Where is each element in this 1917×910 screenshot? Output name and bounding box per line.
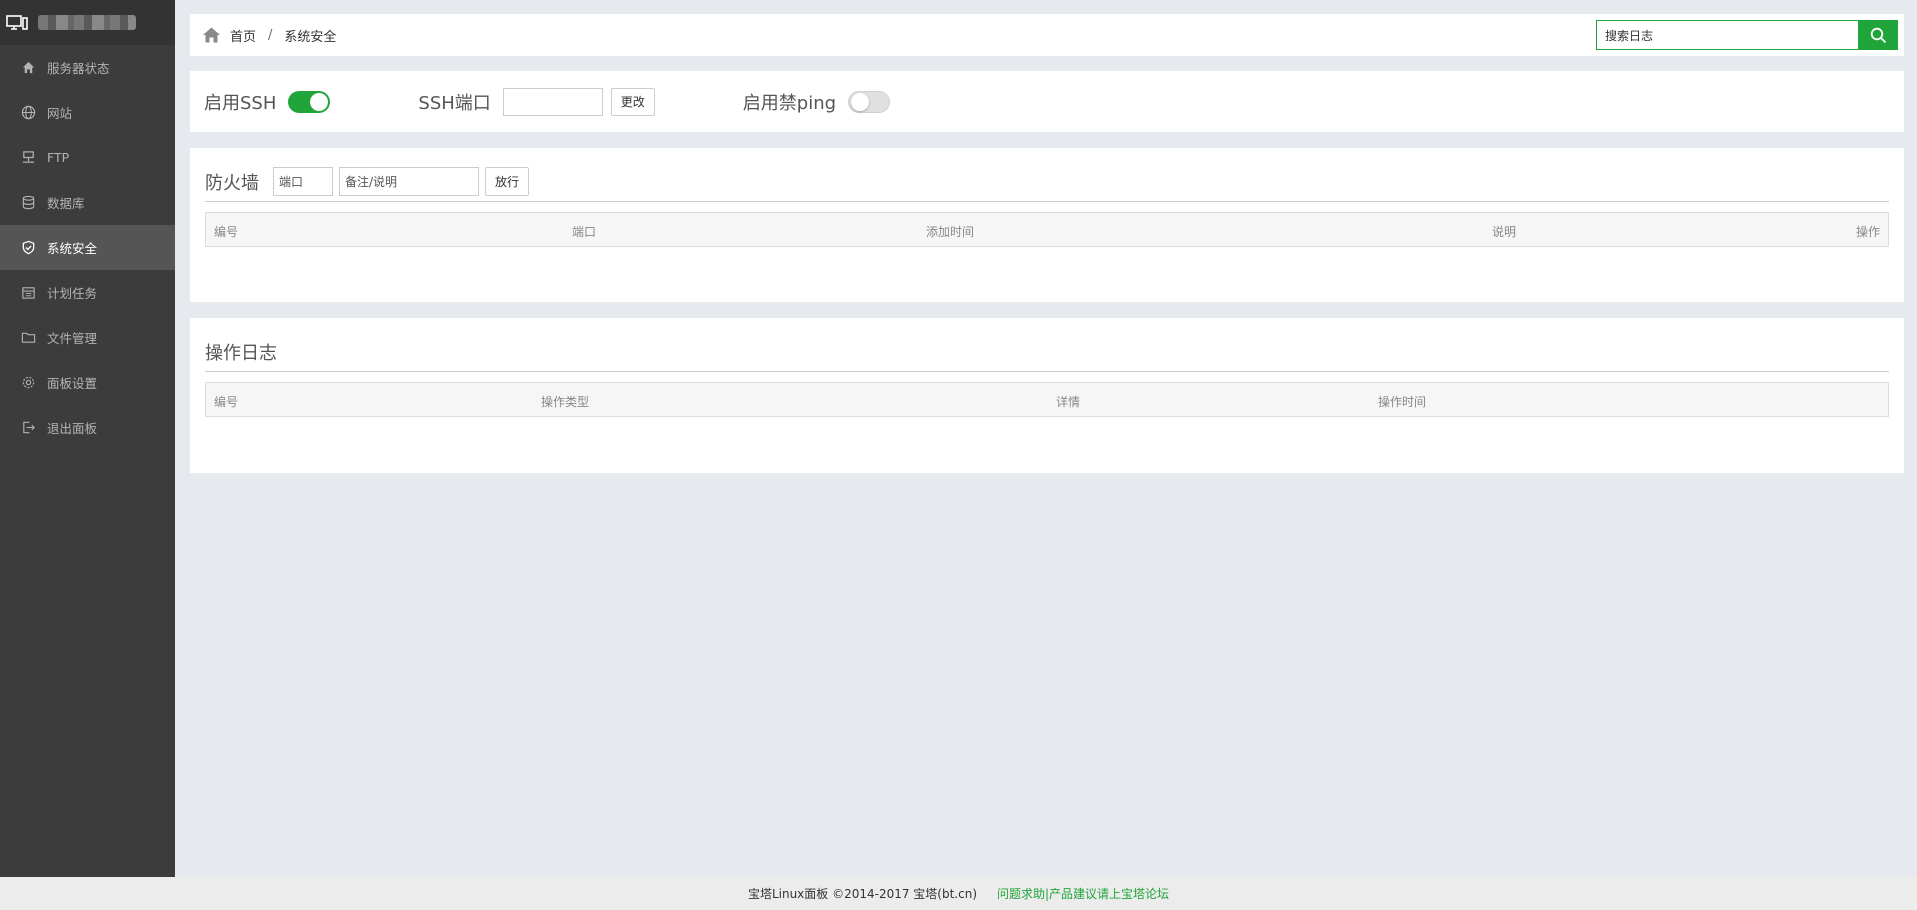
ssh-settings: 启用SSH SSH端口 更改 启用禁ping (190, 71, 1904, 132)
oplog-header: 操作日志 (205, 332, 1889, 372)
oplog-table-header: 编号 操作类型 详情 操作时间 (205, 382, 1889, 417)
sidebar-item-logout[interactable]: 退出面板 (0, 405, 175, 450)
search-input[interactable] (1596, 20, 1858, 50)
sidebar-item-website[interactable]: 网站 (0, 90, 175, 135)
home-icon (20, 60, 36, 76)
ping-disable-label: 启用禁ping (742, 92, 837, 114)
firewall-note-input[interactable] (339, 167, 479, 196)
sidebar-item-cron[interactable]: 计划任务 (0, 270, 175, 315)
globe-icon (20, 105, 36, 121)
ssh-enable-label: 启用SSH (204, 92, 277, 114)
column-detail: 详情 (1056, 395, 1081, 409)
sidebar-item-server-status[interactable]: 服务器状态 (0, 45, 175, 90)
gear-icon (20, 375, 36, 391)
column-action: 操作 (1855, 225, 1880, 239)
sidebar-item-label: 面板设置 (47, 376, 98, 391)
firewall-panel: 防火墙 放行 编号 端口 添加时间 说明 操作 (190, 148, 1904, 302)
sidebar-item-label: FTP (47, 150, 70, 165)
folder-icon (20, 330, 36, 346)
ssh-port-label: SSH端口 (418, 92, 491, 114)
firewall-table-header: 编号 端口 添加时间 说明 操作 (205, 212, 1889, 247)
sidebar-item-label: 网站 (47, 106, 73, 121)
firewall-title: 防火墙 (205, 172, 259, 194)
search-icon (1870, 27, 1886, 43)
ftp-icon (20, 150, 36, 166)
column-op-time: 操作时间 (1378, 395, 1427, 409)
footer-copyright: 宝塔Linux面板 ©2014-2017 宝塔(bt.cn) (747, 887, 978, 901)
footer: 宝塔Linux面板 ©2014-2017 宝塔(bt.cn) 问题求助|产品建议… (0, 877, 1917, 910)
breadcrumb-separator: / (268, 27, 273, 43)
toggle-knob (310, 92, 329, 111)
breadcrumb-current: 系统安全 (284, 29, 337, 45)
server-name-redacted (38, 15, 136, 30)
column-port: 端口 (572, 225, 597, 239)
firewall-port-input[interactable] (273, 167, 333, 196)
database-icon (20, 195, 36, 211)
sidebar-item-settings[interactable]: 面板设置 (0, 360, 175, 405)
column-description: 说明 (1492, 225, 1517, 239)
column-id: 编号 (214, 395, 239, 409)
sidebar-item-database[interactable]: 数据库 (0, 180, 175, 225)
sidebar-header (0, 0, 175, 45)
calendar-icon (20, 285, 36, 301)
breadcrumb-home[interactable]: 首页 (230, 26, 256, 45)
sidebar-item-ftp[interactable]: FTP (0, 135, 175, 180)
forum-link[interactable]: 问题求助|产品建议请上宝塔论坛 (997, 885, 1169, 902)
oplog-title: 操作日志 (205, 342, 277, 364)
sidebar-item-files[interactable]: 文件管理 (0, 315, 175, 360)
sidebar-item-label: 退出面板 (47, 421, 98, 436)
column-added-time: 添加时间 (926, 225, 975, 239)
log-search (1596, 20, 1898, 50)
oplog-panel: 操作日志 编号 操作类型 详情 操作时间 (190, 318, 1904, 473)
sidebar-item-security[interactable]: 系统安全 (0, 225, 175, 270)
change-port-button[interactable]: 更改 (610, 87, 655, 116)
toggle-knob (851, 92, 870, 111)
shield-icon (20, 240, 36, 256)
ssh-port-input[interactable] (502, 87, 603, 116)
allow-button[interactable]: 放行 (485, 167, 530, 196)
sidebar-item-label: 计划任务 (47, 286, 98, 301)
sidebar-item-label: 数据库 (47, 196, 85, 211)
monitor-icon (6, 14, 28, 30)
sidebar-item-label: 文件管理 (47, 331, 98, 346)
home-icon[interactable] (202, 26, 221, 44)
column-id: 编号 (214, 225, 239, 239)
ping-toggle[interactable] (848, 90, 891, 113)
sidebar-item-label: 服务器状态 (47, 61, 110, 76)
ssh-toggle[interactable] (288, 90, 331, 113)
search-button[interactable] (1858, 20, 1898, 50)
sidebar-item-label: 系统安全 (47, 241, 98, 256)
sidebar: 服务器状态 网站 FTP 数据库 系统安全 计划任务 文件管理 面板设置 退出面… (0, 0, 175, 877)
column-op-type: 操作类型 (541, 395, 590, 409)
firewall-header: 防火墙 放行 (205, 162, 1889, 202)
logout-icon (20, 420, 36, 436)
top-bar: 首页 / 系统安全 (190, 14, 1904, 56)
